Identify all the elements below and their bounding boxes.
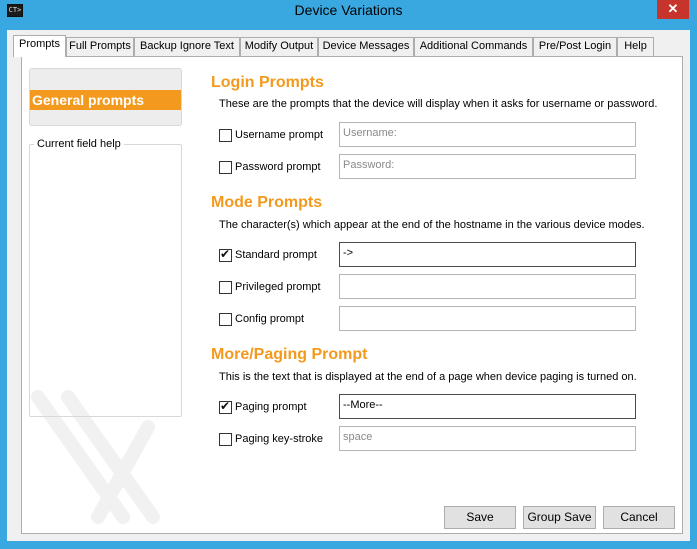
tab-modify-output[interactable]: Modify Output [240,37,318,56]
password-prompt-input[interactable]: Password: [339,154,636,179]
standard-prompt-checkbox[interactable] [219,247,232,262]
paging-prompt-desc: This is the text that is displayed at th… [219,371,637,383]
current-field-help-box: Current field help [29,138,182,417]
paging-prompt-heading: More/Paging Prompt [211,346,368,363]
prompts-panel: General prompts Current field help Login… [21,56,683,534]
username-prompt-checkbox[interactable] [219,129,232,142]
login-prompts-heading: Login Prompts [211,74,324,91]
tab-help[interactable]: Help [617,37,654,56]
username-prompt-label: Username prompt [235,129,324,141]
config-prompt-input[interactable] [339,306,636,331]
dialog-client-area: Prompts Full Prompts Backup Ignore Text … [7,30,690,541]
privileged-prompt-label: Privileged prompt [235,281,321,293]
paging-keystroke-input[interactable]: space [339,426,636,451]
config-prompt-label: Config prompt [235,313,305,325]
mode-prompts-desc: The character(s) which appear at the end… [219,219,645,231]
mode-prompts-heading: Mode Prompts [211,194,323,211]
tab-device-messages[interactable]: Device Messages [318,37,414,56]
standard-prompt-input[interactable]: -> [339,242,636,267]
section-general-prompts[interactable]: General prompts [30,90,181,110]
paging-keystroke-label: Paging key-stroke [235,433,324,445]
paging-prompt-label: Paging prompt [235,401,307,413]
tab-full-prompts[interactable]: Full Prompts [66,37,134,56]
password-prompt-checkbox[interactable] [219,161,232,174]
config-prompt-checkbox[interactable] [219,313,232,326]
cancel-button[interactable]: Cancel [603,506,675,529]
privileged-prompt-checkbox[interactable] [219,281,232,294]
paging-keystroke-checkbox[interactable] [219,433,232,446]
login-prompts-desc: These are the prompts that the device wi… [219,98,658,110]
paging-prompt-checkbox[interactable] [219,399,232,414]
section-card[interactable]: General prompts [29,68,182,126]
tab-additional-commands[interactable]: Additional Commands [414,37,533,56]
window-title: Device Variations [294,2,403,18]
tab-pre-post-login[interactable]: Pre/Post Login [533,37,617,56]
save-button[interactable]: Save [444,506,516,529]
group-save-button[interactable]: Group Save [523,506,596,529]
tab-backup-ignore-text[interactable]: Backup Ignore Text [134,37,240,56]
help-legend: Current field help [34,138,124,150]
tab-prompts[interactable]: Prompts [13,35,66,57]
privileged-prompt-input[interactable] [339,274,636,299]
close-button[interactable]: ✕ [657,0,689,19]
standard-prompt-label: Standard prompt [235,249,317,261]
username-prompt-input[interactable]: Username: [339,122,636,147]
device-variations-window: CT> Device Variations ✕ Prompts Full Pro… [0,0,697,549]
title-bar[interactable]: CT> Device Variations ✕ [0,0,697,22]
paging-prompt-input[interactable]: --More-- [339,394,636,419]
password-prompt-label: Password prompt [235,161,321,173]
